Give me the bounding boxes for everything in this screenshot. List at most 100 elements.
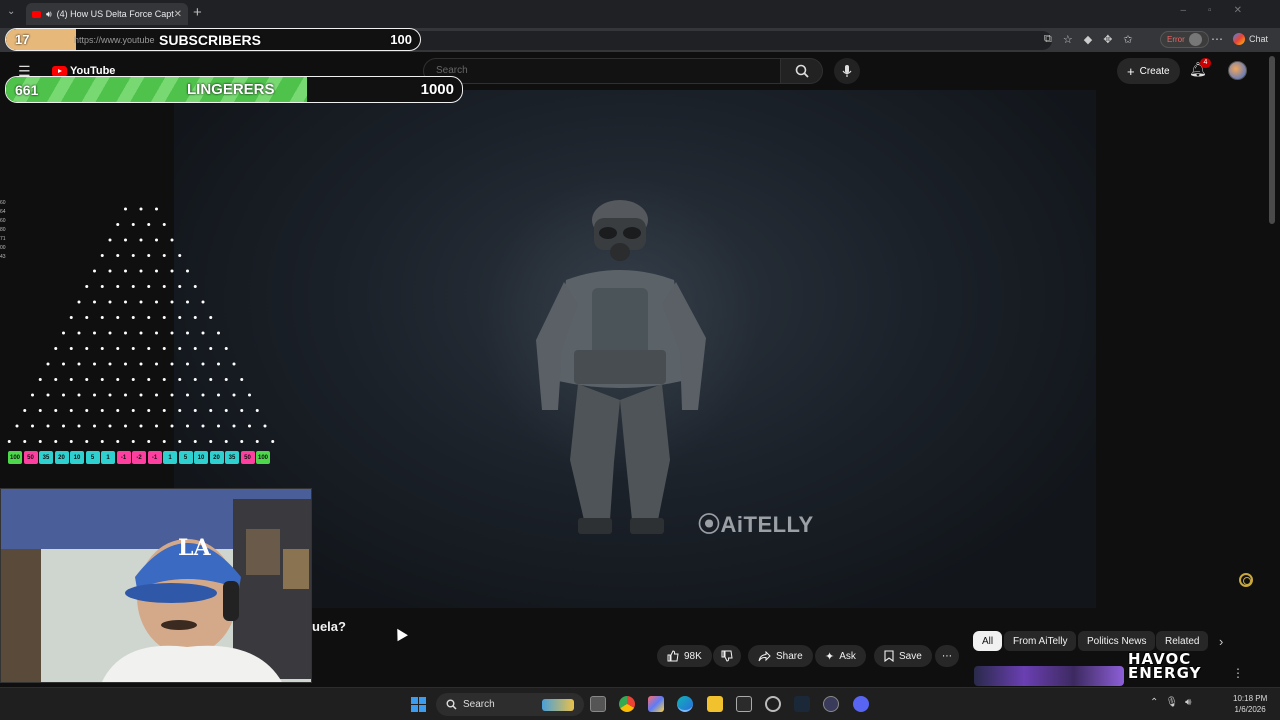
mic-tray-icon[interactable]: 🎙︎ [1165, 697, 1178, 708]
plinko-peg [69, 316, 73, 319]
chrome-icon[interactable] [619, 696, 635, 712]
plinko-peg [147, 316, 151, 319]
streamer-webcam: LA [0, 488, 312, 683]
steam-icon[interactable] [794, 696, 810, 712]
close-tab-icon[interactable]: ✕ [174, 9, 182, 20]
lingerers-current: 661 [15, 81, 39, 98]
search-button[interactable] [781, 58, 823, 84]
search-input[interactable]: Search [423, 58, 781, 84]
recommended-video-thumbnail[interactable] [974, 666, 1124, 686]
file-explorer-icon[interactable] [707, 696, 723, 712]
plinko-peg [170, 362, 174, 366]
plinko-peg [116, 409, 120, 412]
install-app-icon[interactable]: ⧉ [1044, 33, 1052, 46]
plinko-peg [54, 347, 58, 350]
plinko-peg [131, 223, 135, 226]
subscribers-goal: 100 [390, 32, 412, 47]
extension-diamond-icon[interactable]: ◆ [1084, 33, 1092, 46]
scrollbar-thumb[interactable] [1269, 56, 1275, 224]
plinko-peg [162, 378, 166, 381]
extensions-puzzle-icon[interactable]: ✥ [1103, 33, 1112, 46]
page-scrollbar[interactable] [1268, 56, 1276, 676]
favorites-icon[interactable]: ✩ [1123, 33, 1132, 46]
speaker-icon[interactable]: 🔊︎ [46, 9, 52, 20]
plinko-peg [124, 238, 127, 242]
plinko-slot: -2 [132, 451, 146, 464]
havoc-energy-logo: HAVOC ENERGY [1128, 652, 1201, 681]
chip-politics-news[interactable]: Politics News [1078, 631, 1156, 651]
plinko-slots: 100 50 35 20 10 5 1 -1 -2 -1 1 5 10 20 35 50 100 [8, 451, 270, 464]
window-controls[interactable]: –▫✕ [1181, 5, 1265, 16]
plinko-peg [193, 378, 197, 381]
tab-search-chevron-icon[interactable]: ⌄ [7, 6, 15, 17]
player-settings-gear-icon[interactable] [1239, 573, 1253, 587]
discord-icon[interactable] [853, 696, 869, 712]
plinko-peg [124, 300, 127, 304]
windows-start-icon[interactable] [411, 697, 426, 712]
share-button[interactable]: Share [748, 645, 813, 667]
app-icon-2[interactable] [765, 696, 781, 712]
edge-icon[interactable] [677, 696, 693, 712]
plinko-peg [116, 223, 120, 226]
create-button[interactable]: + Create [1117, 58, 1180, 84]
plinko-slot: 5 [85, 451, 100, 464]
dislike-button[interactable] [713, 645, 741, 667]
plinko-peg [85, 409, 89, 412]
more-vertical-icon[interactable]: ⋮ [1232, 666, 1244, 680]
chip-all[interactable]: All [973, 631, 1003, 651]
chat-button[interactable]: Chat [1233, 33, 1268, 45]
plinko-peg [162, 409, 166, 412]
more-actions-button[interactable]: ⋯ [935, 645, 959, 667]
plinko-slot: 10 [70, 451, 84, 464]
plinko-peg [69, 347, 73, 350]
plinko-peg [178, 347, 182, 350]
save-button[interactable]: Save [874, 645, 932, 667]
plinko-peg [201, 424, 205, 428]
thumbs-down-icon [721, 650, 733, 662]
plinko-peg [139, 362, 143, 366]
chip-from-aitelly[interactable]: From AiTelly [1004, 631, 1077, 651]
plinko-peg [217, 393, 220, 397]
plinko-peg [131, 285, 135, 288]
plinko-peg [116, 285, 120, 288]
plinko-peg [209, 316, 213, 319]
plinko-peg [255, 440, 259, 443]
browser-tab[interactable]: 🔊︎ (4) How US Delta Force Captu ✕ [26, 3, 188, 25]
user-avatar[interactable] [1228, 61, 1247, 80]
clock-date: 1/6/2026 [1234, 705, 1266, 714]
chips-next-chevron-icon[interactable]: › [1219, 634, 1223, 649]
plinko-peg [155, 393, 158, 397]
plinko-peg [224, 440, 228, 443]
bookmark-star-icon[interactable]: ☆ [1063, 33, 1073, 46]
plinko-peg [155, 207, 158, 211]
like-button[interactable]: 98K [657, 645, 712, 667]
plinko-peg [224, 347, 228, 350]
profile-error-button[interactable]: Error [1160, 31, 1209, 48]
copilot-taskbar-icon[interactable] [648, 696, 664, 712]
ask-button[interactable]: ✦ Ask [815, 645, 866, 667]
plinko-peg [209, 347, 213, 350]
video-title-fragment[interactable]: uela? [312, 619, 346, 634]
plinko-peg [255, 409, 259, 412]
browser-menu-icon[interactable]: ⋯ [1211, 32, 1223, 46]
clock-time: 10:18 PM [1233, 694, 1268, 703]
youtube-play-icon [52, 65, 67, 77]
plinko-peg [201, 362, 205, 366]
app-icon-3[interactable] [823, 696, 839, 712]
task-view-icon[interactable] [590, 696, 606, 712]
video-player[interactable] [174, 90, 1096, 608]
plinko-peg [131, 378, 135, 381]
taskbar-clock[interactable]: 10:18 PM 1/6/2026 [1233, 693, 1267, 715]
chip-related[interactable]: Related [1156, 631, 1209, 651]
search-icon [795, 64, 809, 78]
tray-chevron-icon[interactable]: ⌃ [1150, 697, 1158, 708]
plinko-slot: 1 [163, 451, 177, 464]
plinko-peg [69, 440, 73, 443]
new-tab-icon[interactable]: + [193, 4, 202, 21]
plinko-peg [147, 378, 151, 381]
volume-tray-icon[interactable]: 🔊︎ [1185, 697, 1191, 708]
taskbar-search[interactable]: Search [436, 693, 584, 716]
voice-search-button[interactable] [834, 58, 860, 84]
app-icon-1[interactable] [736, 696, 752, 712]
plinko-peg [62, 393, 65, 397]
